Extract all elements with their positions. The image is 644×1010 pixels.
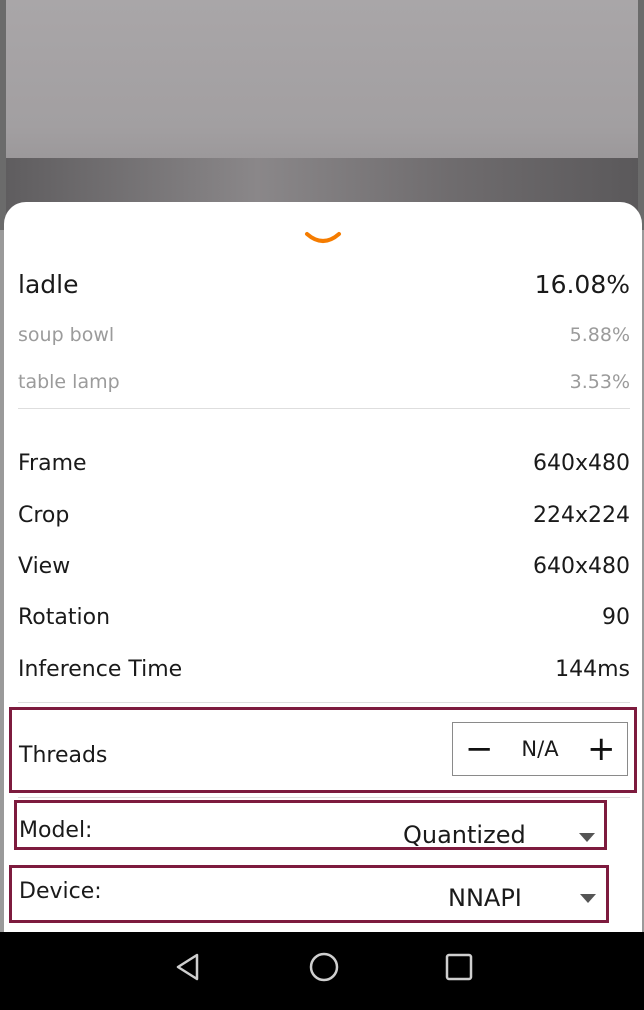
model-label: Model:: [19, 818, 93, 843]
top-result-row: ladle 16.08%: [18, 264, 630, 304]
divider: [18, 408, 630, 409]
result-row: soup bowl 5.88%: [18, 320, 630, 350]
threads-minus-button[interactable]: −: [465, 732, 494, 766]
chevron-down-icon[interactable]: [303, 228, 343, 250]
info-label: Inference Time: [18, 656, 183, 682]
result-label: table lamp: [18, 371, 120, 393]
camera-edge-left: [0, 0, 6, 230]
result-score: 5.88%: [569, 324, 630, 346]
threads-stepper: − N/A +: [452, 722, 628, 776]
info-row-view: View 640x480: [18, 550, 630, 582]
camera-edge-right: [638, 0, 644, 230]
camera-preview: [0, 0, 644, 230]
info-row-inference-time: Inference Time 144ms: [18, 653, 630, 685]
threads-plus-button[interactable]: +: [587, 732, 616, 766]
info-row-rotation: Rotation 90: [18, 601, 630, 633]
device-select-value[interactable]: NNAPI: [448, 884, 522, 912]
top-result-label: ladle: [18, 269, 79, 299]
recents-icon[interactable]: [444, 950, 474, 984]
info-value: 90: [602, 604, 630, 630]
system-nav-bar: [0, 932, 644, 1010]
result-label: soup bowl: [18, 324, 115, 346]
info-row-crop: Crop 224x224: [18, 499, 630, 531]
threads-value: N/A: [521, 737, 559, 761]
top-result-score: 16.08%: [534, 269, 630, 299]
info-value: 640x480: [532, 553, 630, 579]
divider: [18, 797, 630, 798]
dropdown-arrow-icon[interactable]: [579, 833, 595, 842]
divider: [18, 702, 630, 703]
threads-label: Threads: [19, 743, 108, 768]
info-row-frame: Frame 640x480: [18, 447, 630, 479]
back-icon[interactable]: [172, 950, 202, 984]
model-select-value[interactable]: Quantized: [403, 821, 526, 847]
result-row: table lamp 3.53%: [18, 367, 630, 397]
info-value: 640x480: [532, 450, 630, 476]
result-score: 3.53%: [569, 371, 630, 393]
device-label: Device:: [19, 879, 102, 904]
dropdown-arrow-icon[interactable]: [580, 894, 596, 903]
info-label: Crop: [18, 502, 70, 528]
info-label: View: [18, 553, 71, 579]
model-highlight-box: Quantized: [14, 800, 607, 850]
home-icon[interactable]: [308, 950, 340, 984]
info-label: Frame: [18, 450, 87, 476]
info-value: 144ms: [555, 656, 630, 682]
info-label: Rotation: [18, 604, 111, 630]
info-value: 224x224: [532, 502, 630, 528]
